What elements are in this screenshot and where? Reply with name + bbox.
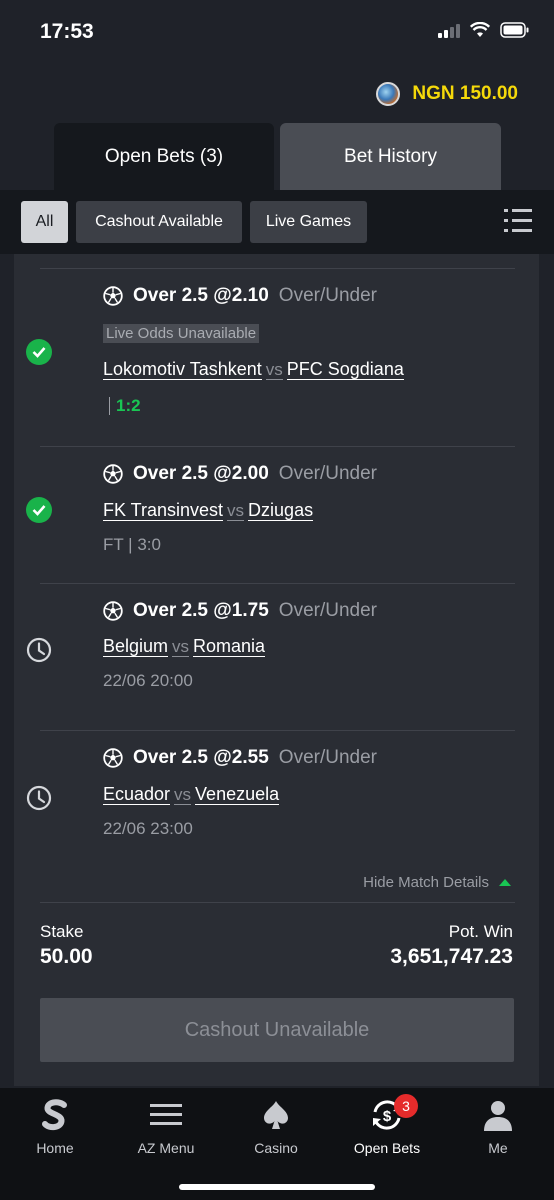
- nav-az-menu-label: AZ Menu: [137, 1140, 195, 1156]
- bet-slip-card: Over 2.5 @2.10 Over/Under Live Odds Unav…: [14, 254, 539, 1086]
- live-odds-notice: Live Odds Unavailable: [103, 324, 260, 343]
- status-icons: [438, 22, 530, 38]
- caret-up-icon: [499, 879, 511, 886]
- match-teams[interactable]: Belgium vs Romania: [103, 636, 266, 657]
- cashout-button[interactable]: Cashout Unavailable: [40, 998, 514, 1062]
- home-indicator: [179, 1184, 375, 1190]
- soccer-ball-icon: [103, 748, 123, 768]
- filter-live-games[interactable]: Live Games: [250, 201, 367, 243]
- svg-text:$: $: [383, 1108, 392, 1125]
- bet-market: Over/Under: [278, 600, 377, 621]
- match-result: FT | 3:0: [103, 535, 161, 554]
- check-icon: [26, 339, 52, 365]
- bet-pick: Over 2.5 @1.75: [133, 600, 269, 621]
- won-status: [26, 497, 52, 523]
- potential-win-label: Pot. Win: [448, 922, 513, 941]
- nav-open-bets[interactable]: $ 3 Open Bets: [332, 1094, 442, 1156]
- balance-amount: NGN 150.00: [412, 83, 518, 104]
- nav-home-label: Home: [36, 1140, 74, 1156]
- score-divider: [109, 397, 110, 415]
- signal-icon: [438, 22, 460, 38]
- sportybet-logo-icon: [42, 1099, 67, 1131]
- status-bar: 17:53: [0, 0, 554, 70]
- tab-open-bets[interactable]: Open Bets (3): [54, 123, 274, 191]
- match-time: 22/06 23:00: [103, 819, 193, 838]
- vs-label: vs: [172, 637, 190, 657]
- tab-bet-history[interactable]: Bet History: [280, 123, 501, 191]
- user-icon: [484, 1101, 512, 1131]
- potential-win-value: 3,651,747.23: [390, 945, 513, 968]
- filter-bar: All Cashout Available Live Games: [0, 190, 554, 254]
- vs-label: vs: [227, 501, 245, 521]
- battery-icon: [500, 22, 529, 38]
- divider: [40, 902, 515, 903]
- match-time: 22/06 20:00: [103, 671, 193, 690]
- soccer-ball-icon: [103, 601, 123, 621]
- bet-pick: Over 2.5 @2.00: [133, 463, 269, 484]
- bet-title: Over 2.5 @2.10 Over/Under: [103, 285, 377, 307]
- won-status: [26, 339, 52, 365]
- filter-all[interactable]: All: [21, 201, 68, 243]
- away-team[interactable]: Romania: [193, 636, 266, 657]
- menu-icon: [150, 1104, 182, 1125]
- list-view-icon[interactable]: [504, 208, 532, 234]
- bet-pick: Over 2.5 @2.10: [133, 285, 269, 306]
- score-value: 1:2: [116, 396, 141, 415]
- bet-title: Over 2.5 @2.00 Over/Under: [103, 463, 377, 485]
- match-teams[interactable]: Ecuador vs Venezuela: [103, 784, 280, 805]
- stake-value: 50.00: [40, 945, 93, 968]
- bet-pick: Over 2.5 @2.55: [133, 747, 269, 768]
- open-bets-badge: 3: [394, 1094, 418, 1118]
- wifi-icon: [470, 22, 490, 37]
- soccer-ball-icon: [103, 286, 123, 306]
- nav-casino[interactable]: Casino: [221, 1098, 331, 1156]
- avatar: [376, 82, 401, 106]
- bet-market: Over/Under: [278, 463, 377, 484]
- spade-icon: [264, 1101, 288, 1129]
- nav-az-menu[interactable]: AZ Menu: [111, 1098, 221, 1156]
- soccer-ball-icon: [103, 464, 123, 484]
- nav-me[interactable]: Me: [443, 1098, 553, 1156]
- bet-title: Over 2.5 @2.55 Over/Under: [103, 747, 377, 769]
- nav-casino-label: Casino: [254, 1140, 298, 1156]
- bet-title: Over 2.5 @1.75 Over/Under: [103, 600, 377, 622]
- away-team[interactable]: Dziugas: [248, 500, 314, 521]
- vs-label: vs: [174, 785, 192, 805]
- account-balance[interactable]: NGN 150.00: [376, 82, 518, 106]
- hide-match-details-toggle[interactable]: Hide Match Details: [363, 874, 511, 891]
- match-teams[interactable]: Lokomotiv Tashkent vs PFC Sogdiana: [103, 359, 404, 380]
- away-team[interactable]: Venezuela: [195, 784, 280, 805]
- away-team[interactable]: PFC Sogdiana: [286, 359, 404, 380]
- live-score: 1:2: [103, 396, 141, 416]
- pending-status: [26, 785, 52, 811]
- bet-market: Over/Under: [278, 285, 377, 306]
- clock-icon: [26, 637, 52, 663]
- nav-me-label: Me: [488, 1140, 508, 1156]
- pending-status: [26, 637, 52, 663]
- divider: [40, 446, 515, 447]
- divider: [40, 583, 515, 584]
- check-icon: [26, 497, 52, 523]
- hide-match-details-label: Hide Match Details: [363, 874, 489, 891]
- stake-label: Stake: [40, 922, 84, 941]
- divider: [40, 268, 515, 269]
- nav-home[interactable]: Home: [0, 1098, 110, 1156]
- filter-cashout-available[interactable]: Cashout Available: [76, 201, 242, 243]
- bet-market: Over/Under: [278, 747, 377, 768]
- divider: [40, 730, 515, 731]
- home-team[interactable]: FK Transinvest: [103, 500, 224, 521]
- home-team[interactable]: Belgium: [103, 636, 169, 657]
- clock-icon: [26, 785, 52, 811]
- nav-open-bets-label: Open Bets: [353, 1140, 421, 1156]
- home-team[interactable]: Lokomotiv Tashkent: [103, 359, 262, 380]
- match-teams[interactable]: FK Transinvest vs Dziugas: [103, 500, 314, 521]
- vs-label: vs: [265, 360, 283, 380]
- status-time: 17:53: [40, 20, 94, 43]
- home-team[interactable]: Ecuador: [103, 784, 171, 805]
